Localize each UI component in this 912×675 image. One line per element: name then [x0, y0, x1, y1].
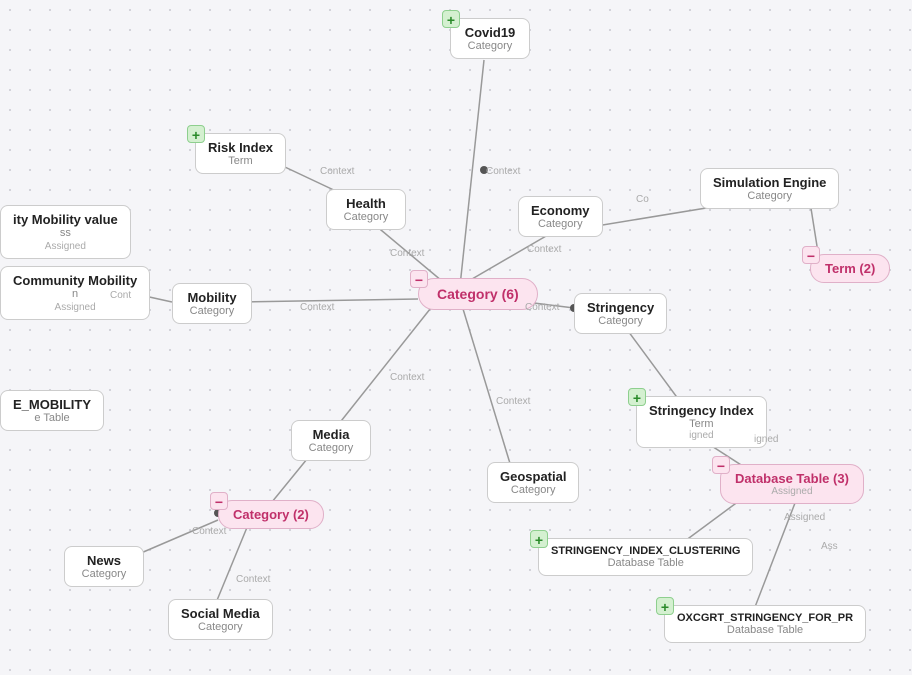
stringency-index-plus-btn[interactable]: + [628, 388, 646, 406]
oxcgrt-title: OXCGRT_STRINGENCY_FOR_PR [677, 612, 853, 624]
sm-title: Social Media [181, 606, 260, 621]
media-node[interactable]: Media Category [291, 420, 371, 461]
cm-value-title: ity Mobility value [13, 212, 118, 227]
si-sub: Term [649, 418, 754, 430]
si-clustering-plus-btn[interactable]: + [530, 530, 548, 548]
stringency-node[interactable]: Stringency Category [574, 293, 667, 334]
context-label-cat2: Context [192, 526, 226, 537]
context-label-sm: Context [236, 574, 270, 585]
si-clustering-sub: Database Table [551, 557, 740, 569]
media-sub: Category [304, 442, 358, 454]
context-label-1: Context [320, 166, 354, 177]
covid19-sub: Category [463, 40, 517, 52]
economy-sub: Category [531, 218, 590, 230]
db-table3-node[interactable]: − Database Table (3) Assigned [720, 464, 864, 504]
covid19-title: Covid19 [463, 25, 517, 40]
health-sub: Category [339, 211, 393, 223]
risk-index-sub: Term [208, 155, 273, 167]
covid19-node[interactable]: + Covid19 Category [450, 18, 530, 59]
si-assigned-label: igned [649, 430, 754, 441]
oxcgrt-sub: Database Table [677, 624, 853, 636]
social-media-node[interactable]: Social Media Category [168, 599, 273, 640]
cm-assigned-label: Assigned [13, 241, 118, 252]
mt-sub: e Table [13, 412, 91, 424]
media-title: Media [304, 427, 358, 442]
db-table3-minus-btn[interactable]: − [712, 456, 730, 474]
context-label-8: Context [390, 372, 424, 383]
context-label-2: Context [486, 166, 520, 177]
economy-node[interactable]: Economy Category [518, 196, 603, 237]
term2-node[interactable]: − Term (2) [810, 254, 890, 283]
cm-title: Community Mobility [13, 273, 137, 288]
news-title: News [77, 553, 131, 568]
cm-value-sub: ss [13, 227, 118, 239]
mobility-node[interactable]: Mobility Category [172, 283, 252, 324]
covid19-plus-btn[interactable]: + [442, 10, 460, 28]
category2-minus-btn[interactable]: − [210, 492, 228, 510]
ass-label: Ass [821, 541, 838, 552]
sim-engine-node[interactable]: Simulation Engine Category [700, 168, 839, 209]
category2-title: Category (2) [233, 507, 309, 522]
context-label-5: Context [527, 244, 561, 255]
oxcgrt-node[interactable]: + OXCGRT_STRINGENCY_FOR_PR Database Tabl… [664, 605, 866, 643]
context-label-3: Co [636, 194, 649, 205]
geospatial-node[interactable]: Geospatial Category [487, 462, 579, 503]
context-label-9: Context [496, 396, 530, 407]
community-mobility-node[interactable]: Community Mobility n Assigned [0, 266, 150, 320]
si-title: Stringency Index [649, 403, 754, 418]
sim-engine-sub: Category [713, 190, 826, 202]
economy-title: Economy [531, 203, 590, 218]
category-center-title: Category (6) [437, 286, 519, 302]
db-table3-title: Database Table (3) [735, 471, 849, 486]
health-node[interactable]: Health Category [326, 189, 406, 230]
risk-index-plus-btn[interactable]: + [187, 125, 205, 143]
si-clustering-title: STRINGENCY_INDEX_CLUSTERING [551, 545, 740, 557]
mobility-title: Mobility [185, 290, 239, 305]
category-center-node[interactable]: − Category (6) [418, 278, 538, 310]
stringency-sub: Category [587, 315, 654, 327]
news-node[interactable]: News Category [64, 546, 144, 587]
mobility-sub: Category [185, 305, 239, 317]
db-assigned-label: Assigned [735, 486, 849, 497]
geospatial-title: Geospatial [500, 469, 566, 484]
category-center-minus-btn[interactable]: − [410, 270, 428, 288]
community-mobility-value-node[interactable]: ity Mobility value ss Assigned [0, 205, 131, 259]
category2-node[interactable]: − Category (2) [218, 500, 324, 529]
assigned-label-db: Assigned [784, 512, 825, 523]
health-title: Health [339, 196, 393, 211]
mt-title: E_MOBILITY [13, 397, 91, 412]
term2-minus-btn[interactable]: − [802, 246, 820, 264]
mobility-table-node[interactable]: E_MOBILITY e Table [0, 390, 104, 431]
stringency-index-node[interactable]: + Stringency Index Term igned [636, 396, 767, 448]
risk-index-title: Risk Index [208, 140, 273, 155]
sim-engine-title: Simulation Engine [713, 175, 826, 190]
stringency-title: Stringency [587, 300, 654, 315]
term2-title: Term (2) [825, 261, 875, 276]
oxcgrt-plus-btn[interactable]: + [656, 597, 674, 615]
cm-sub: n [13, 288, 137, 300]
sm-sub: Category [181, 621, 260, 633]
si-clustering-node[interactable]: + STRINGENCY_INDEX_CLUSTERING Database T… [538, 538, 753, 576]
context-label-6: Context [300, 302, 334, 313]
geospatial-sub: Category [500, 484, 566, 496]
news-sub: Category [77, 568, 131, 580]
cm-assigned2-label: Assigned [13, 302, 137, 313]
risk-index-node[interactable]: + Risk Index Term [195, 133, 286, 174]
context-label-4: Context [390, 248, 424, 259]
